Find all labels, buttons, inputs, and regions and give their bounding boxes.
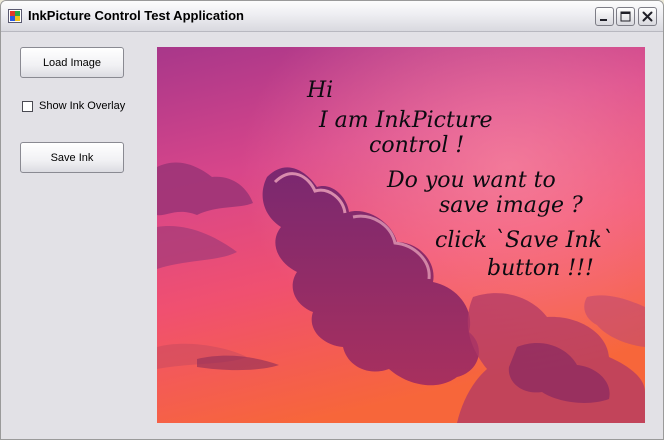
app-window: InkPicture Control Test Application Load… (0, 0, 664, 440)
maximize-button[interactable] (616, 7, 635, 26)
ink-line: Hi (306, 78, 333, 103)
ink-line: button !!! (487, 256, 594, 281)
show-ink-overlay-checkbox[interactable] (22, 100, 33, 112)
save-ink-label: Save Ink (50, 151, 94, 164)
client-area: Load Image Show Ink Overlay Save Ink Hi … (5, 32, 659, 436)
ink-picture-control[interactable]: Hi I am InkPicture control ! Do you want… (157, 47, 645, 423)
ink-line: control ! (369, 133, 464, 158)
sunset-clouds-image: Hi I am InkPicture control ! Do you want… (157, 47, 645, 423)
show-ink-overlay-option[interactable]: Show Ink Overlay (22, 99, 125, 113)
title-bar[interactable]: InkPicture Control Test Application (1, 1, 663, 32)
maximize-icon (620, 11, 631, 22)
ink-line: I am InkPicture (318, 108, 493, 133)
ink-line: save image ? (439, 193, 583, 218)
ink-line: click `Save Ink` (435, 228, 613, 253)
window-title: InkPicture Control Test Application (28, 8, 244, 23)
load-image-button[interactable]: Load Image (20, 47, 124, 78)
show-ink-overlay-label[interactable]: Show Ink Overlay (39, 100, 125, 112)
save-ink-button[interactable]: Save Ink (20, 142, 124, 173)
minimize-button[interactable] (595, 7, 614, 26)
close-button[interactable] (638, 7, 657, 26)
app-window-icon[interactable] (8, 9, 22, 23)
ink-line: Do you want to (386, 168, 556, 193)
load-image-label: Load Image (42, 56, 102, 69)
close-icon (642, 11, 653, 22)
minimize-icon (600, 19, 607, 21)
